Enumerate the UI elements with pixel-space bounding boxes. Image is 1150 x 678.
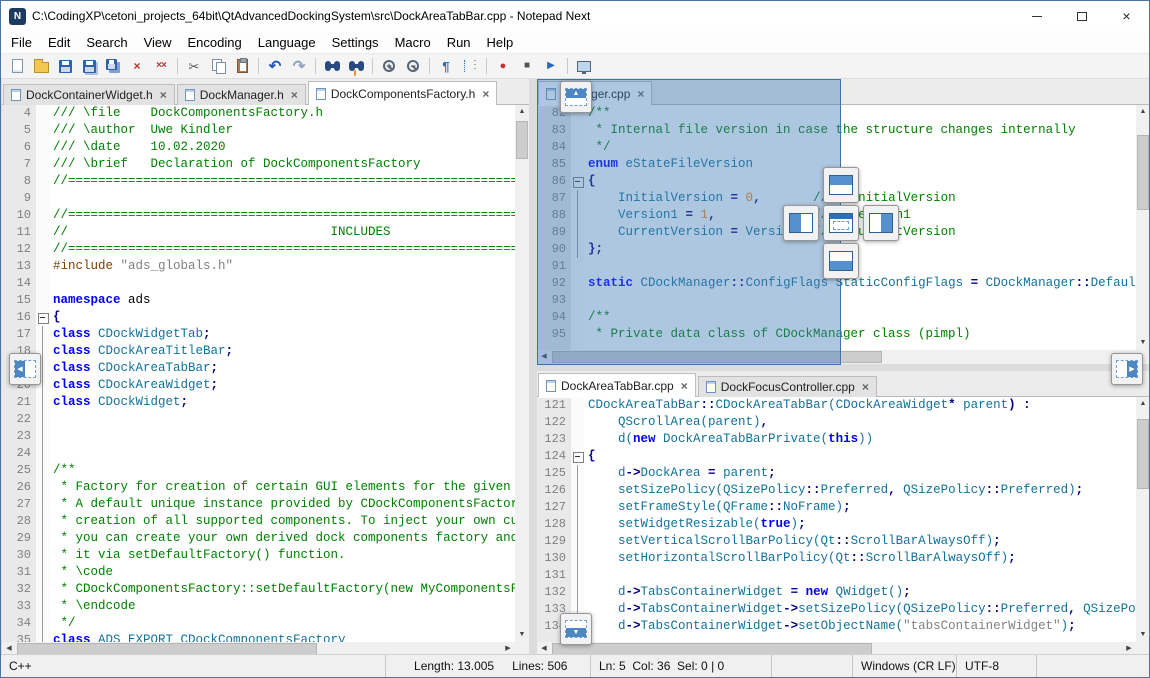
paste-icon bbox=[237, 59, 248, 73]
copy-button[interactable] bbox=[206, 55, 230, 77]
menu-encoding[interactable]: Encoding bbox=[180, 33, 250, 52]
menu-help[interactable]: Help bbox=[479, 33, 522, 52]
zoom-in-button[interactable]: + bbox=[377, 55, 401, 77]
save-icon bbox=[59, 60, 72, 73]
close-button[interactable]: × bbox=[1104, 1, 1149, 31]
new-file-button[interactable] bbox=[5, 55, 29, 77]
menu-search[interactable]: Search bbox=[78, 33, 135, 52]
dock-edge-glyph: ▲ bbox=[565, 88, 587, 106]
redo-button[interactable]: ↷ bbox=[287, 55, 311, 77]
minimize-button[interactable] bbox=[1014, 1, 1059, 31]
paste-button[interactable] bbox=[230, 55, 254, 77]
toolbar-separator bbox=[258, 58, 259, 74]
play-macro-icon: ▶ bbox=[547, 61, 555, 71]
menu-view[interactable]: View bbox=[136, 33, 180, 52]
save-copy-button[interactable] bbox=[77, 55, 101, 77]
menu-bar: FileEditSearchViewEncodingLanguageSettin… bbox=[1, 31, 1149, 53]
status-caret-position: Ln: 5 Col: 36 Sel: 0 | 0 bbox=[591, 659, 771, 673]
dock-edge-glyph: ◀ bbox=[14, 360, 36, 378]
indent-guide-icon bbox=[464, 60, 476, 72]
window-controls: × bbox=[1014, 1, 1149, 31]
menu-file[interactable]: File bbox=[3, 33, 40, 52]
cut-icon: ✂ bbox=[189, 60, 200, 73]
window-title: C:\CodingXP\cetoni_projects_64bit\QtAdva… bbox=[32, 9, 590, 23]
close-button[interactable]: × bbox=[125, 55, 149, 77]
zoom-in-icon: + bbox=[383, 60, 395, 72]
menu-language[interactable]: Language bbox=[250, 33, 324, 52]
status-bar: C++ Length: 13.005 Lines: 506 Ln: 5 Col: … bbox=[1, 654, 1149, 677]
undo-icon: ↶ bbox=[269, 59, 282, 74]
open-file-button[interactable] bbox=[29, 55, 53, 77]
app-window: N C:\CodingXP\cetoni_projects_64bit\QtAd… bbox=[0, 0, 1150, 678]
app-icon: N bbox=[9, 8, 26, 25]
indent-guide-button[interactable] bbox=[458, 55, 482, 77]
app-icon-letter: N bbox=[14, 11, 21, 22]
status-language: C++ bbox=[1, 659, 385, 673]
cut-button[interactable]: ✂ bbox=[182, 55, 206, 77]
save-all-icon bbox=[106, 59, 117, 70]
open-file-icon bbox=[34, 62, 49, 73]
dock-edge-indicators: ◀ ▲ ▶ ▼ bbox=[1, 79, 1149, 654]
main-toolbar: ×××✂↶↷+−¶●■▶ bbox=[1, 53, 1149, 79]
undo-button[interactable]: ↶ bbox=[263, 55, 287, 77]
show-all-chars-icon: ¶ bbox=[442, 60, 449, 73]
zoom-out-button[interactable]: − bbox=[401, 55, 425, 77]
status-lines: Lines: 506 bbox=[512, 659, 567, 673]
play-macro-button[interactable]: ▶ bbox=[539, 55, 563, 77]
edge-drop-indicator-top-icon[interactable]: ▲ bbox=[560, 81, 592, 113]
status-separator bbox=[1036, 655, 1037, 677]
toolbar-separator bbox=[177, 58, 178, 74]
copy-icon bbox=[212, 59, 225, 73]
minimize-icon bbox=[1032, 16, 1042, 17]
window-list-button[interactable] bbox=[572, 55, 596, 77]
toolbar-separator bbox=[567, 58, 568, 74]
edge-drop-indicator-bottom-icon[interactable]: ▼ bbox=[560, 613, 592, 645]
close-icon: × bbox=[133, 60, 140, 72]
new-file-icon bbox=[12, 59, 23, 73]
window-list-icon bbox=[577, 61, 591, 72]
find-button[interactable] bbox=[320, 55, 344, 77]
title-bar: N C:\CodingXP\cetoni_projects_64bit\QtAd… bbox=[1, 1, 1149, 31]
stop-record-button[interactable]: ■ bbox=[515, 55, 539, 77]
show-all-chars-button[interactable]: ¶ bbox=[434, 55, 458, 77]
toolbar-separator bbox=[372, 58, 373, 74]
menu-settings[interactable]: Settings bbox=[324, 33, 387, 52]
workspace: DockContainerWidget.h × DockManager.h × … bbox=[1, 79, 1149, 654]
toolbar-separator bbox=[429, 58, 430, 74]
close-all-button[interactable]: ×× bbox=[149, 55, 173, 77]
menu-macro[interactable]: Macro bbox=[387, 33, 439, 52]
toolbar-separator bbox=[315, 58, 316, 74]
menu-edit[interactable]: Edit bbox=[40, 33, 78, 52]
maximize-icon bbox=[1077, 12, 1087, 21]
status-encoding: UTF-8 bbox=[957, 659, 1036, 673]
replace-icon bbox=[349, 61, 364, 71]
stop-record-icon: ■ bbox=[524, 61, 530, 71]
record-macro-button[interactable]: ● bbox=[491, 55, 515, 77]
find-icon bbox=[325, 61, 340, 71]
status-eol: Windows (CR LF) bbox=[853, 659, 956, 673]
status-separator bbox=[771, 655, 772, 677]
replace-button[interactable] bbox=[344, 55, 368, 77]
menu-run[interactable]: Run bbox=[439, 33, 479, 52]
redo-icon: ↷ bbox=[293, 59, 306, 74]
save-button[interactable] bbox=[53, 55, 77, 77]
dock-edge-glyph: ▶ bbox=[1116, 360, 1138, 378]
dock-edge-glyph: ▼ bbox=[565, 620, 587, 638]
status-length: Length: 13.005 bbox=[414, 659, 494, 673]
save-all-button[interactable] bbox=[101, 55, 125, 77]
edge-drop-indicator-right-icon[interactable]: ▶ bbox=[1111, 353, 1143, 385]
maximize-button[interactable] bbox=[1059, 1, 1104, 31]
edge-drop-indicator-left-icon[interactable]: ◀ bbox=[9, 353, 41, 385]
toolbar-separator bbox=[486, 58, 487, 74]
record-macro-icon: ● bbox=[500, 61, 507, 72]
close-all-icon: ×× bbox=[156, 61, 166, 71]
save-copy-icon bbox=[83, 60, 96, 73]
zoom-out-icon: − bbox=[407, 60, 419, 72]
close-icon: × bbox=[1122, 8, 1130, 24]
